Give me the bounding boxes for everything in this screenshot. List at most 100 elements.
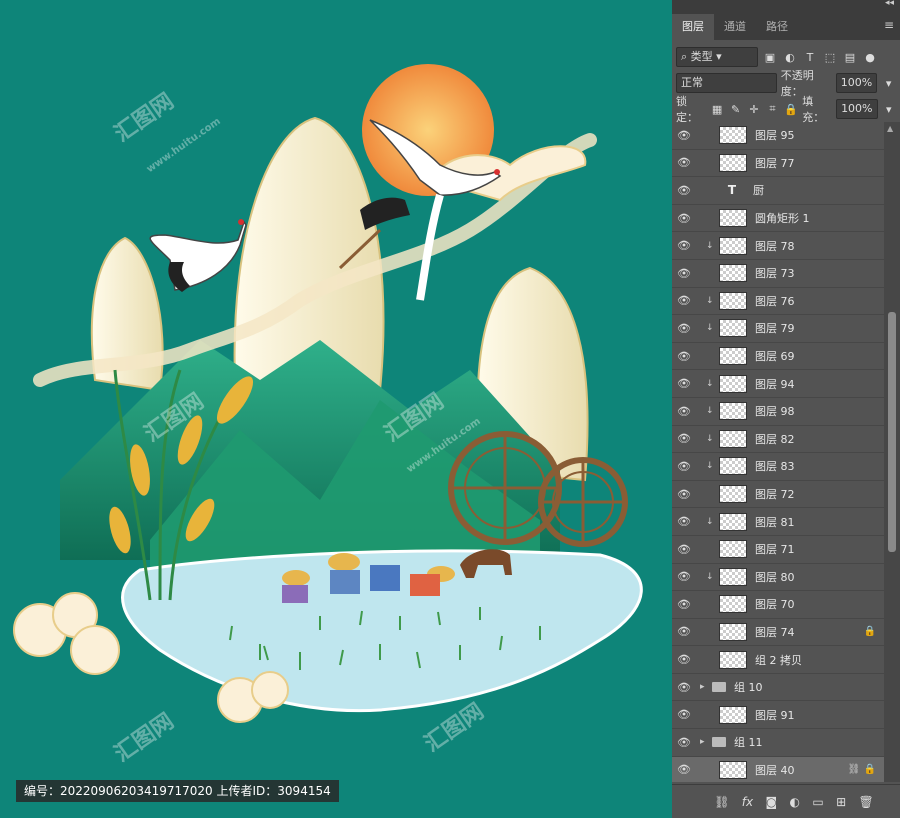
visibility-eye-icon[interactable]: 👁 <box>672 129 696 142</box>
fx-icon[interactable]: fx <box>742 795 753 809</box>
layer-name[interactable]: 圆角矩形 1 <box>755 210 810 226</box>
visibility-eye-icon[interactable]: 👁 <box>672 598 696 611</box>
blend-mode-select[interactable]: 正常 <box>676 73 777 93</box>
filter-kind-select[interactable]: ⌕ 类型 ▾ <box>676 47 758 67</box>
visibility-eye-icon[interactable]: 👁 <box>672 460 696 473</box>
visibility-eye-icon[interactable]: 👁 <box>672 350 696 363</box>
visibility-eye-icon[interactable]: 👁 <box>672 625 696 638</box>
visibility-eye-icon[interactable]: 👁 <box>672 405 696 418</box>
artwork-canvas[interactable]: 汇图网 汇图网 汇图网 汇图网 汇图网 www.huitu.com www.hu… <box>0 0 672 818</box>
layer-name[interactable]: 组 11 <box>734 734 763 750</box>
visibility-eye-icon[interactable]: 👁 <box>672 763 696 776</box>
layer-row[interactable]: 👁 图层 95 <box>672 122 884 150</box>
folder-icon[interactable]: ▭ <box>812 795 823 809</box>
trash-icon[interactable]: 🗑 <box>859 795 874 809</box>
layer-row[interactable]: 👁 图层 77 <box>672 150 884 178</box>
group-toggle-icon[interactable]: ▸ <box>700 682 710 692</box>
layer-row[interactable]: 👁 ↓ 图层 78 <box>672 232 884 260</box>
visibility-eye-icon[interactable]: 👁 <box>672 681 696 694</box>
link-icon[interactable]: ⛓ <box>714 795 729 809</box>
new-layer-icon[interactable]: ⊞ <box>836 795 846 809</box>
layer-name[interactable]: 组 10 <box>734 679 763 695</box>
layer-row[interactable]: 👁 图层 91 <box>672 701 884 730</box>
smart-filter-icon[interactable]: ▤ <box>842 51 858 64</box>
layer-row[interactable]: 👁 图层 70 <box>672 591 884 619</box>
visibility-eye-icon[interactable]: 👁 <box>672 322 696 335</box>
chevron-down-icon[interactable]: ▾ <box>881 77 896 90</box>
visibility-eye-icon[interactable]: 👁 <box>672 212 696 225</box>
layer-name[interactable]: 图层 76 <box>755 293 795 309</box>
layers-scrollbar[interactable]: ▲ <box>884 122 900 782</box>
lock-paint-icon[interactable]: ✎ <box>728 103 742 116</box>
layer-row[interactable]: 👁 ▸ 组 11 <box>672 729 884 757</box>
visibility-eye-icon[interactable]: 👁 <box>672 488 696 501</box>
chevron-down-icon[interactable]: ▾ <box>882 103 896 116</box>
adjustment-icon[interactable]: ◐ <box>790 795 800 809</box>
scroll-up-icon[interactable]: ▲ <box>887 124 893 133</box>
layer-name[interactable]: 图层 79 <box>755 320 795 336</box>
layer-name[interactable]: 图层 74 <box>755 624 795 640</box>
layer-name[interactable]: 图层 40 <box>755 762 795 778</box>
layer-name[interactable]: 图层 82 <box>755 431 795 447</box>
layer-row[interactable]: 👁 图层 40 ⛓ 🔒 <box>672 756 884 782</box>
layer-row[interactable]: 👁 图层 73 <box>672 260 884 288</box>
image-filter-icon[interactable]: ▣ <box>762 51 778 64</box>
visibility-eye-icon[interactable]: 👁 <box>672 515 696 528</box>
layer-name[interactable]: 图层 95 <box>755 127 795 143</box>
layer-name[interactable]: 厨 <box>753 182 764 198</box>
lock-artboard-icon[interactable]: ⌗ <box>765 102 779 116</box>
lock-position-icon[interactable]: ✛ <box>747 103 761 116</box>
layer-row[interactable]: 👁 ↓ 图层 80 <box>672 564 884 592</box>
fill-input[interactable]: 100% <box>836 99 878 119</box>
layer-name[interactable]: 图层 94 <box>755 376 795 392</box>
layer-name[interactable]: 图层 83 <box>755 458 795 474</box>
visibility-eye-icon[interactable]: 👁 <box>672 432 696 445</box>
layer-row[interactable]: 👁 图层 69 <box>672 343 884 371</box>
layer-row[interactable]: 👁 ↓ 图层 83 <box>672 453 884 481</box>
visibility-eye-icon[interactable]: 👁 <box>672 736 696 749</box>
layer-name[interactable]: 组 2 拷贝 <box>755 652 802 668</box>
scroll-thumb[interactable] <box>888 312 896 552</box>
layer-row[interactable]: 👁 ↓ 图层 94 <box>672 370 884 398</box>
layer-name[interactable]: 图层 69 <box>755 348 795 364</box>
visibility-eye-icon[interactable]: 👁 <box>672 184 696 197</box>
layer-row[interactable]: 👁 ↓ 图层 79 <box>672 315 884 343</box>
visibility-eye-icon[interactable]: 👁 <box>672 239 696 252</box>
layer-row[interactable]: 👁 图层 71 <box>672 536 884 564</box>
layer-row[interactable]: 👁 ↓ 图层 81 <box>672 508 884 536</box>
filter-toggle-icon[interactable]: ● <box>862 51 878 64</box>
visibility-eye-icon[interactable]: 👁 <box>672 156 696 169</box>
shape-filter-icon[interactable]: ⬚ <box>822 51 838 64</box>
layer-name[interactable]: 图层 98 <box>755 403 795 419</box>
layer-name[interactable]: 图层 80 <box>755 569 795 585</box>
lock-all-icon[interactable]: 🔒 <box>784 103 798 116</box>
layer-row[interactable]: 👁 T 厨 <box>672 177 884 205</box>
layer-row[interactable]: 👁 图层 74 🔒 <box>672 619 884 647</box>
visibility-eye-icon[interactable]: 👁 <box>672 543 696 556</box>
visibility-eye-icon[interactable]: 👁 <box>672 653 696 666</box>
layer-row[interactable]: 👁 圆角矩形 1 <box>672 205 884 233</box>
visibility-eye-icon[interactable]: 👁 <box>672 377 696 390</box>
tab-channels[interactable]: 通道 <box>714 14 756 40</box>
lock-transparent-icon[interactable]: ▦ <box>710 103 724 116</box>
layer-name[interactable]: 图层 77 <box>755 155 795 171</box>
layer-name[interactable]: 图层 70 <box>755 596 795 612</box>
layer-name[interactable]: 图层 78 <box>755 238 795 254</box>
tab-paths[interactable]: 路径 <box>756 14 798 40</box>
adjustment-filter-icon[interactable]: ◐ <box>782 51 798 64</box>
mask-icon[interactable]: ◙ <box>766 795 778 809</box>
opacity-input[interactable]: 100% <box>835 73 878 93</box>
layer-row[interactable]: 👁 ▸ 组 10 <box>672 674 884 702</box>
tab-layers[interactable]: 图层 <box>672 14 714 40</box>
collapse-icon[interactable]: ◂◂ <box>885 0 894 8</box>
layer-name[interactable]: 图层 71 <box>755 541 795 557</box>
group-toggle-icon[interactable]: ▸ <box>700 737 710 747</box>
type-filter-icon[interactable]: T <box>802 51 818 64</box>
layer-name[interactable]: 图层 73 <box>755 265 795 281</box>
layer-row[interactable]: 👁 图层 72 <box>672 481 884 509</box>
layer-name[interactable]: 图层 91 <box>755 707 795 723</box>
panel-menu-icon[interactable]: ≡ <box>884 18 894 32</box>
visibility-eye-icon[interactable]: 👁 <box>672 294 696 307</box>
layer-name[interactable]: 图层 72 <box>755 486 795 502</box>
layer-row[interactable]: 👁 ↓ 图层 98 <box>672 398 884 426</box>
